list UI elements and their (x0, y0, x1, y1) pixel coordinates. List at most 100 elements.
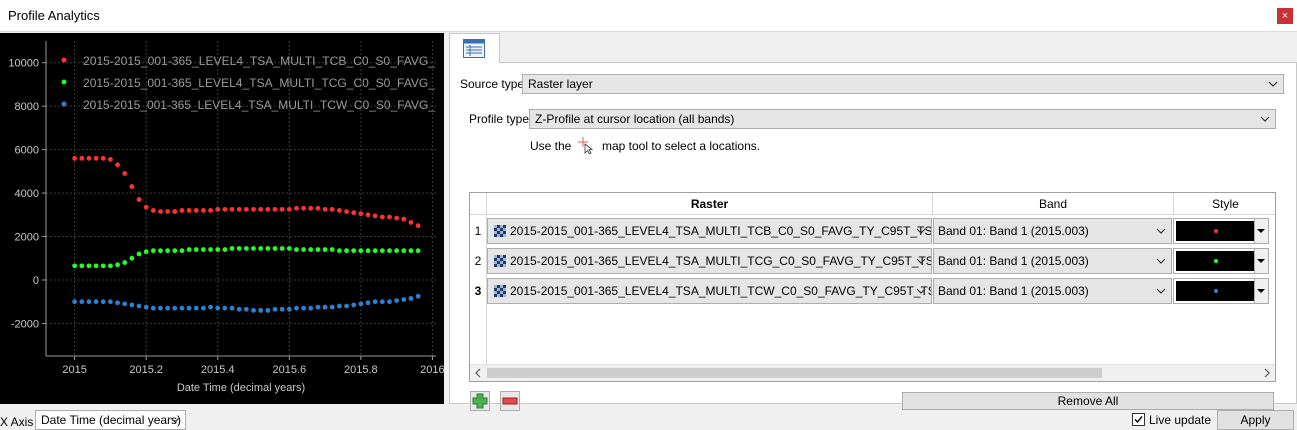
plot-panel[interactable]: 10000 8000 6000 4000 2000 0 -2000 2015 2015.2 201… (0, 33, 444, 404)
data-point (301, 205, 307, 211)
band-select[interactable]: Band 01: Band 1 (2015.003) (933, 278, 1172, 304)
data-point (286, 246, 292, 251)
data-point (158, 248, 163, 254)
data-point (179, 305, 185, 311)
data-point (193, 305, 199, 311)
data-point (408, 219, 414, 225)
profile-chart[interactable]: 10000 8000 6000 4000 2000 0 -2000 2015 2015.2 201… (0, 33, 444, 404)
data-point (387, 248, 392, 254)
data-point (93, 263, 99, 269)
data-point (136, 303, 142, 309)
data-point (387, 299, 392, 305)
legend-label: 2015-2015_001-365_LEVEL4_TSA_MULTI_TCW_C… (83, 98, 435, 112)
data-point (100, 263, 106, 269)
data-point (222, 305, 228, 311)
scrollbar-thumb[interactable] (487, 368, 1102, 378)
y-tick-label: 10000 (8, 58, 39, 70)
style-dropdown-button[interactable] (1254, 219, 1268, 243)
data-point (229, 206, 235, 212)
data-point (344, 209, 349, 214)
data-point (179, 208, 185, 213)
data-point (222, 247, 228, 252)
data-point (172, 209, 178, 214)
row-number[interactable]: 1 (470, 216, 486, 246)
x-axis-select[interactable]: Date Time (decimal years) (35, 410, 186, 430)
legend-marker (61, 101, 67, 107)
apply-button[interactable]: Apply (1217, 410, 1294, 430)
data-point (265, 246, 271, 251)
profile-type-select[interactable]: Z-Profile at cursor location (all bands) (529, 109, 1276, 129)
band-select[interactable]: Band 01: Band 1 (2015.003) (933, 218, 1172, 244)
data-point (186, 208, 192, 213)
data-point (100, 155, 106, 161)
raster-select[interactable]: 2015-2015_001-365_LEVEL4_TSA_MULTI_TCG_C… (487, 248, 932, 274)
live-update-checkbox[interactable] (1132, 413, 1145, 426)
data-point (122, 301, 128, 307)
horizontal-scrollbar[interactable] (470, 364, 1275, 381)
data-point (365, 212, 371, 218)
row-number[interactable]: 3 (470, 276, 486, 306)
style-picker[interactable] (1173, 248, 1269, 274)
data-point (308, 205, 314, 211)
data-point (243, 306, 249, 312)
data-point (208, 247, 213, 252)
data-point (136, 251, 142, 257)
band-value: Band 01: Band 1 (2015.003) (938, 224, 1089, 238)
row-number[interactable]: 2 (470, 246, 486, 276)
chevron-down-icon (1260, 116, 1270, 122)
chevron-down-icon (916, 258, 926, 264)
band-select[interactable]: Band 01: Band 1 (2015.003) (933, 248, 1172, 274)
close-button[interactable]: × (1277, 8, 1293, 24)
data-point (329, 304, 335, 310)
data-point (365, 300, 371, 306)
raster-select[interactable]: 2015-2015_001-365_LEVEL4_TSA_MULTI_TCW_C… (487, 278, 932, 304)
column-header-band[interactable]: Band (933, 193, 1174, 215)
data-point (358, 301, 364, 307)
checkmark-icon (1134, 416, 1143, 424)
chevron-down-icon (1156, 258, 1166, 264)
data-point (79, 155, 85, 161)
column-header-raster[interactable]: Raster (487, 193, 933, 215)
data-point (365, 248, 371, 254)
data-point (358, 248, 364, 254)
chevron-down-icon (1156, 288, 1166, 294)
raster-name: 2015-2015_001-365_LEVEL4_TSA_MULTI_TCB_C… (510, 224, 932, 238)
raster-layer-icon (494, 225, 506, 237)
y-tick-label: 6000 (15, 145, 39, 157)
chevron-down-icon (1268, 81, 1278, 87)
data-point (315, 205, 321, 211)
style-dropdown-button[interactable] (1254, 279, 1268, 303)
data-point (243, 246, 249, 251)
column-header-style[interactable]: Style (1174, 193, 1275, 215)
chevron-down-icon (170, 417, 180, 423)
raster-name: 2015-2015_001-365_LEVEL4_TSA_MULTI_TCW_C… (510, 284, 932, 298)
raster-table: Raster Band Style 1 2015-2015_001-365_LE… (469, 192, 1276, 382)
data-point (115, 162, 120, 168)
data-point (201, 305, 206, 311)
data-point (193, 247, 199, 252)
raster-select[interactable]: 2015-2015_001-365_LEVEL4_TSA_MULTI_TCB_C… (487, 218, 932, 244)
style-dropdown-button[interactable] (1254, 249, 1268, 273)
data-point (322, 206, 328, 212)
data-point (215, 206, 221, 212)
data-point (165, 209, 171, 214)
data-point (301, 305, 307, 311)
style-picker[interactable] (1173, 278, 1269, 304)
profile-type-label: Profile type (469, 112, 530, 126)
source-type-select[interactable]: Raster layer (522, 74, 1284, 94)
data-point (208, 304, 213, 310)
data-point (251, 307, 256, 313)
data-point (322, 304, 328, 310)
style-marker (1214, 259, 1218, 263)
style-picker[interactable] (1173, 218, 1269, 244)
data-point (294, 247, 299, 252)
x-tick-label: 2015.4 (201, 364, 235, 376)
data-point (279, 306, 285, 312)
scroll-left-icon[interactable] (474, 367, 482, 379)
data-point (351, 248, 357, 254)
title-bar: Profile Analytics × (0, 0, 1297, 32)
data-point (172, 305, 178, 311)
scroll-right-icon[interactable] (1263, 367, 1271, 379)
tab-profile-sources[interactable] (449, 33, 500, 63)
data-point (143, 249, 149, 255)
